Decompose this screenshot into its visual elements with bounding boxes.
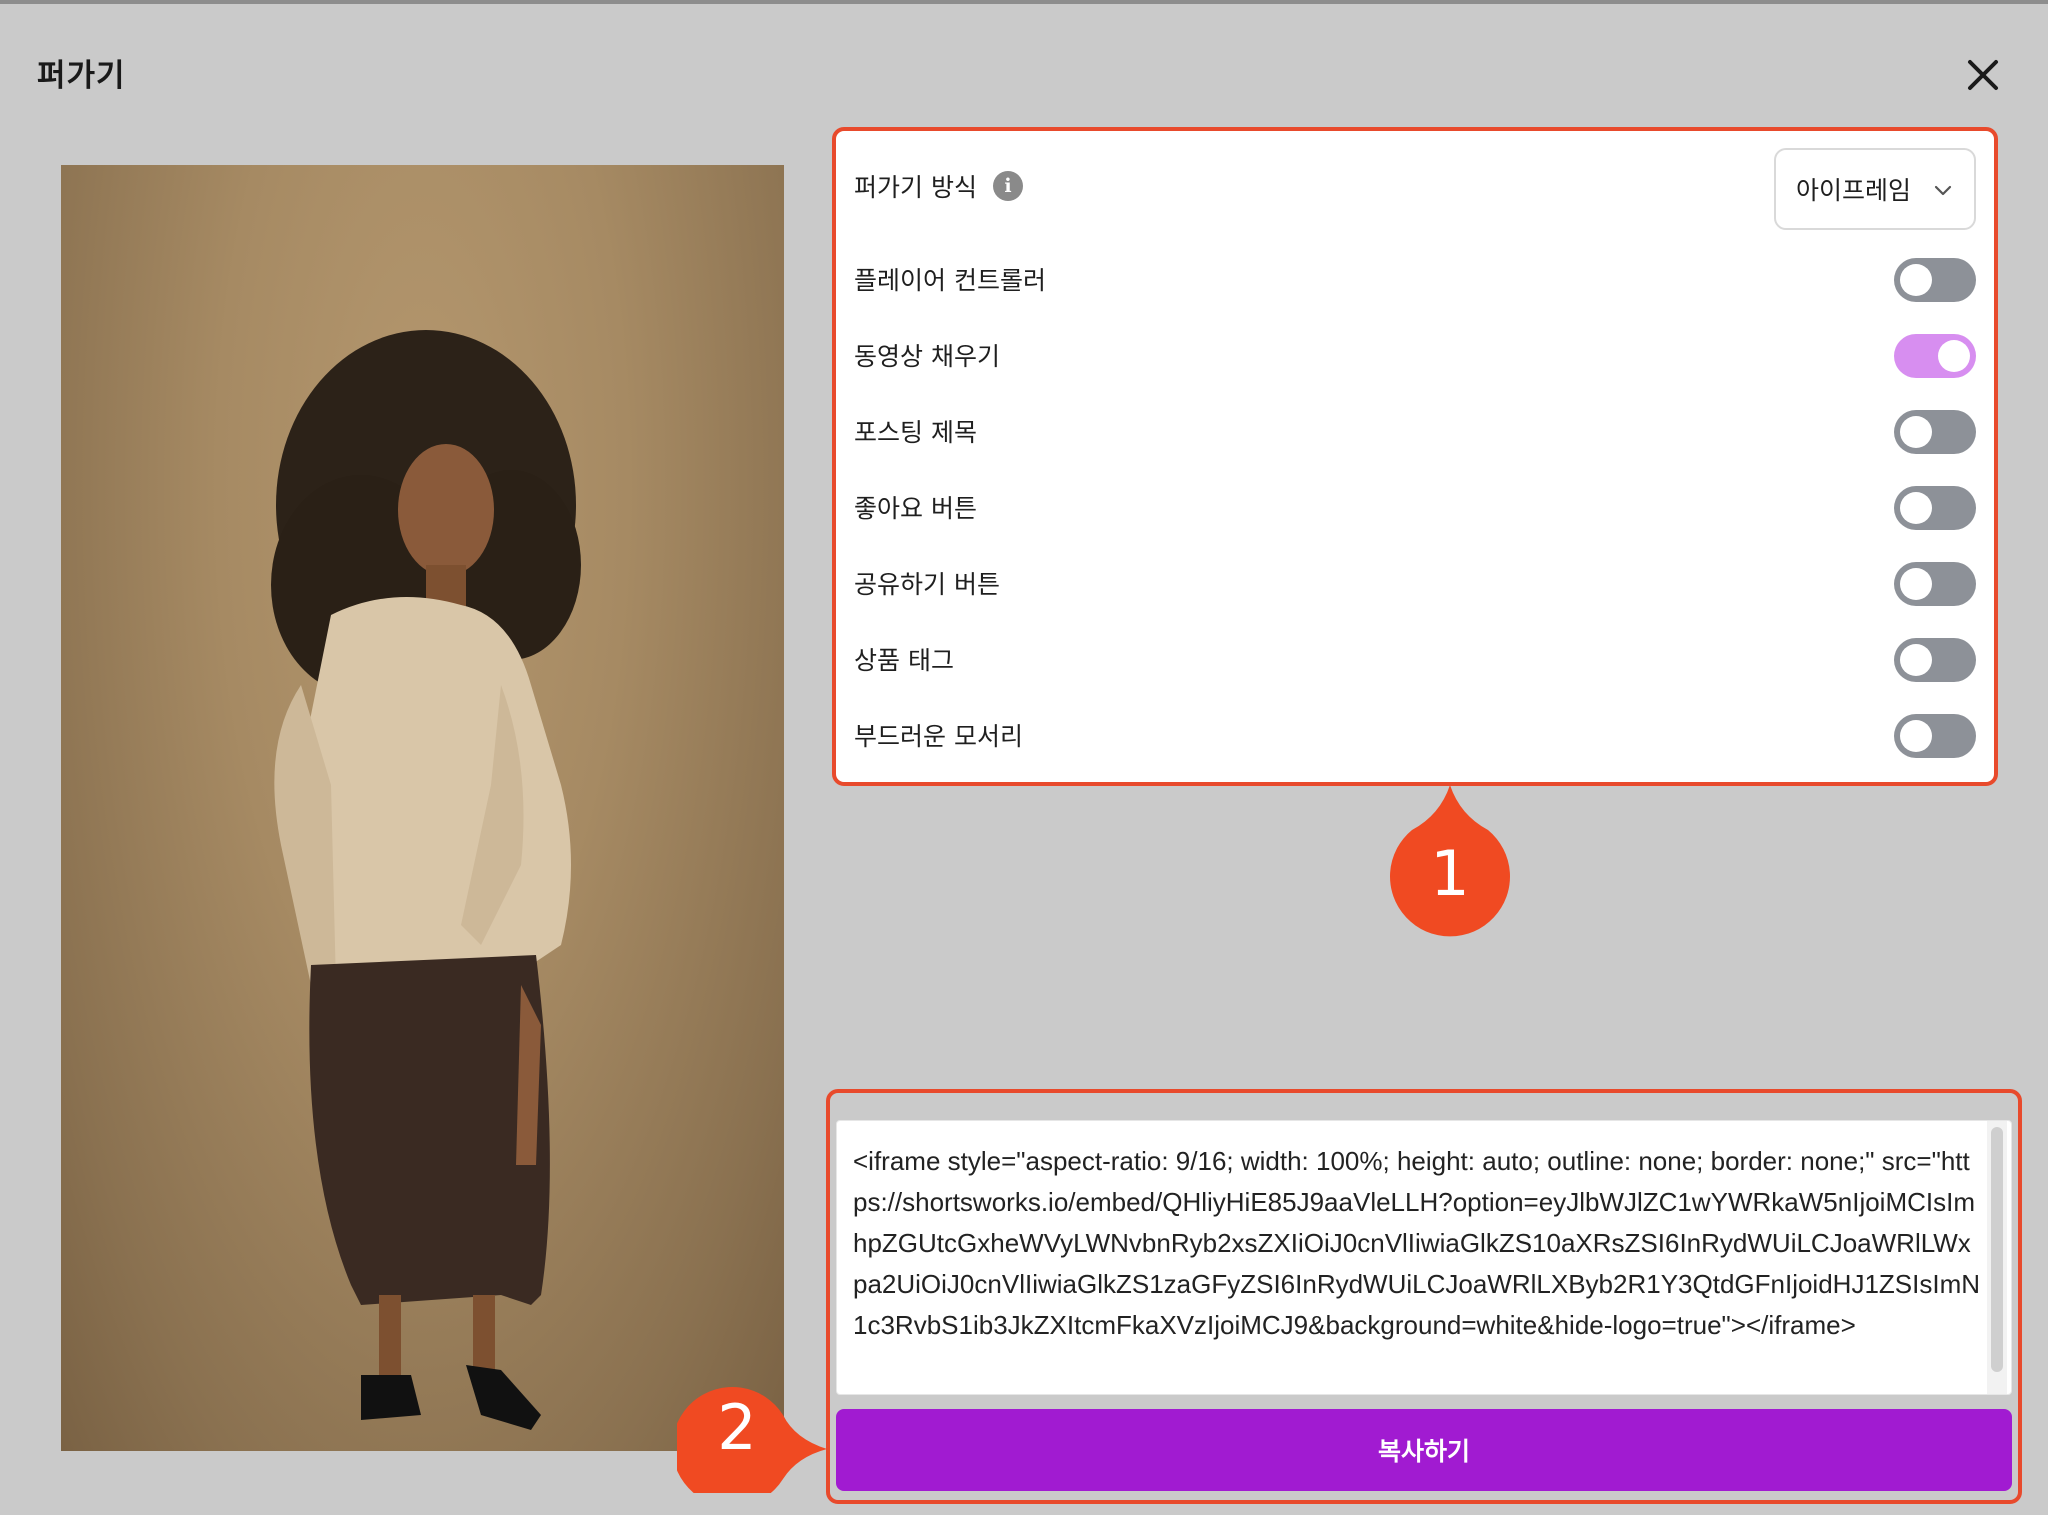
toggle-knob [1900,416,1932,448]
embed-code-text: <iframe style="aspect-ratio: 9/16; width… [853,1146,1981,1340]
player-controller-toggle[interactable] [1894,258,1976,302]
close-icon [1968,60,1998,90]
rounded-corners-toggle[interactable] [1894,714,1976,758]
post-title-toggle[interactable] [1894,410,1976,454]
toggle-knob [1900,492,1932,524]
callout-number: 2 [717,1391,757,1464]
share-button-toggle[interactable] [1894,562,1976,606]
embed-settings-panel: 퍼가기 방식 i 아이프레임 플레이어 컨트롤러 동영상 채우기 포스팅 제목 … [832,127,1998,786]
toggle-row-share-button: 공유하기 버튼 [854,553,1976,613]
close-button[interactable] [1958,50,2008,100]
callout-badge-1: 1 [1388,785,1512,940]
toggle-knob [1900,720,1932,752]
toggle-row-product-tag: 상품 태그 [854,629,1976,689]
info-icon[interactable]: i [992,171,1023,201]
toggle-knob [1938,340,1970,372]
toggle-label: 포스팅 제목 [854,418,977,447]
toggle-row-rounded-corners: 부드러운 모서리 [854,705,1976,765]
scrollbar-thumb[interactable] [1991,1127,2003,1372]
toggle-knob [1900,568,1932,600]
toggle-row-player-controller: 플레이어 컨트롤러 [854,249,1976,309]
video-preview-image [61,165,784,1451]
toggle-row-like-button: 좋아요 버튼 [854,477,1976,537]
embed-code-textarea[interactable]: <iframe style="aspect-ratio: 9/16; width… [836,1120,2012,1395]
callout-badge-2: 2 [677,1369,827,1493]
embed-method-row: 퍼가기 방식 i 아이프레임 [854,148,1976,230]
window-top-border [0,0,2048,4]
toggle-row-post-title: 포스팅 제목 [854,401,1976,461]
embed-method-value: 아이프레임 [1796,176,1912,205]
toggle-label: 플레이어 컨트롤러 [854,266,1046,295]
toggle-label: 부드러운 모서리 [854,722,1023,751]
toggle-label: 좋아요 버튼 [854,494,977,523]
callout-number: 1 [1430,837,1470,910]
like-button-toggle[interactable] [1894,486,1976,530]
toggle-row-fill-video: 동영상 채우기 [854,325,1976,385]
dialog-title: 퍼가기 [37,58,126,94]
toggle-label: 공유하기 버튼 [854,570,1000,599]
embed-method-label: 퍼가기 방식 [854,173,977,202]
embed-code-section: <iframe style="aspect-ratio: 9/16; width… [826,1089,2022,1504]
toggle-label: 동영상 채우기 [854,342,1000,371]
toggle-knob [1900,644,1932,676]
copy-button[interactable]: 복사하기 [836,1409,2012,1491]
product-tag-toggle[interactable] [1894,638,1976,682]
toggle-label: 상품 태그 [854,646,954,675]
code-scrollbar[interactable] [1987,1121,2007,1394]
embed-method-select[interactable]: 아이프레임 [1774,148,1976,230]
toggle-knob [1900,264,1932,296]
chevron-down-icon [1934,185,1952,196]
fill-video-toggle[interactable] [1894,334,1976,378]
